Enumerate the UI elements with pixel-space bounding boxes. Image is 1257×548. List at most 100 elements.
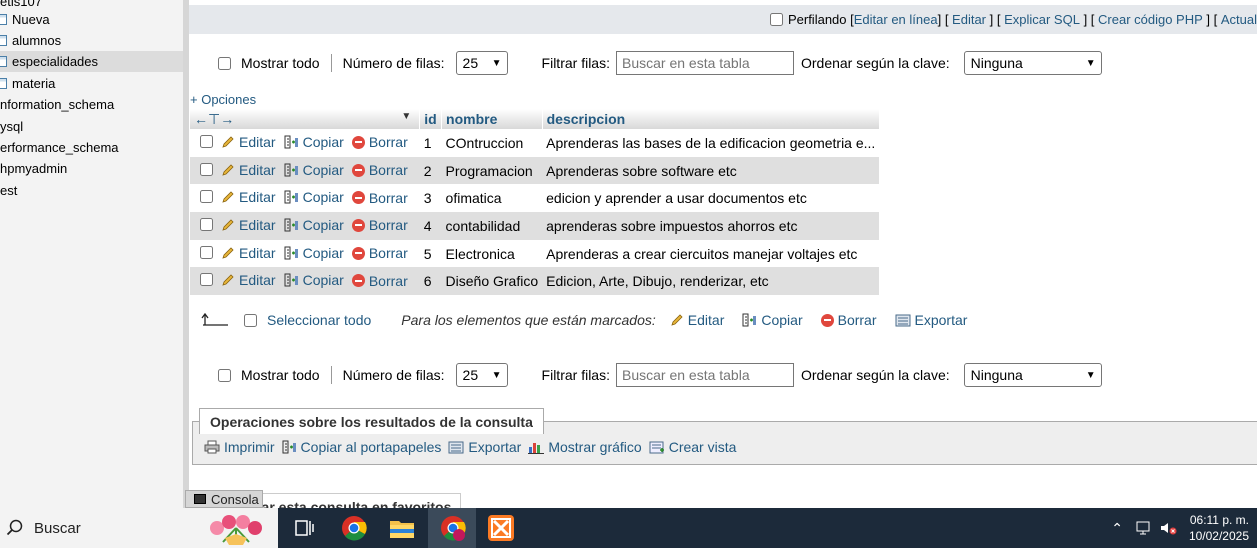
table-row[interactable]: Editar Copiar Borrar 5 Electronica Aprenderas… (190, 239, 880, 268)
row-delete-button[interactable]: Borrar (351, 190, 408, 206)
cell-id[interactable]: 6 (419, 267, 442, 296)
sidebar-item-nueva[interactable]: Nueva (0, 9, 183, 30)
cell-descripcion[interactable]: aprenderas sobre impuestos ahorros etc (542, 212, 880, 240)
profiling-checkbox[interactable] (769, 13, 783, 26)
rows-select[interactable]: 25 ▼ (455, 51, 508, 75)
column-header-id[interactable]: id (419, 109, 443, 129)
file-explorer-icon[interactable] (387, 513, 417, 543)
row-delete-button[interactable]: Borrar (351, 245, 408, 261)
xampp-icon[interactable] (486, 513, 516, 543)
row-copy-button[interactable]: Copiar (284, 134, 344, 150)
sidebar-item-especialidades[interactable]: especialidades (0, 51, 183, 72)
chrome-icon[interactable] (339, 513, 369, 543)
bulk-export-button[interactable]: Exportar (895, 312, 967, 328)
rows-select[interactable]: 25 ▼ (455, 363, 508, 387)
sidebar-item-materia[interactable]: materia (0, 73, 183, 94)
cell-nombre[interactable]: Programacion (441, 156, 543, 185)
bulk-delete-button[interactable]: Borrar (820, 312, 877, 328)
export-button[interactable]: Exportar (448, 439, 521, 455)
cell-nombre[interactable]: Diseño Grafico (441, 267, 543, 296)
edit-inline-link[interactable]: Editar en línea (854, 12, 938, 27)
bulk-copy-button[interactable]: Copiar (742, 312, 803, 328)
sidebar-item-alumnos[interactable]: alumnos (0, 30, 183, 51)
row-delete-button[interactable]: Borrar (351, 217, 408, 233)
sort-key-select[interactable]: Ninguna ▼ (963, 51, 1102, 75)
cell-descripcion[interactable]: edicion y aprender a usar documentos etc (542, 184, 880, 213)
create-php-link[interactable]: Crear código PHP (1098, 12, 1203, 27)
table-row[interactable]: Editar Copiar Borrar 1 COntruccion Aprenderas… (190, 129, 880, 157)
cell-id[interactable]: 1 (419, 129, 442, 157)
select-all-checkbox[interactable] (244, 313, 257, 327)
filter-rows-input[interactable] (615, 363, 794, 387)
row-copy-button[interactable]: Copiar (284, 272, 344, 288)
filter-rows-input[interactable] (615, 51, 794, 75)
cell-nombre[interactable]: COntruccion (441, 129, 543, 157)
row-edit-button[interactable]: Editar (221, 245, 276, 261)
row-edit-button[interactable]: Editar (221, 134, 276, 150)
copy-clipboard-button[interactable]: Copiar al portapapeles (282, 439, 441, 455)
clock[interactable]: 06:11 p. m. 10/02/2025 (1189, 512, 1249, 544)
network-icon[interactable] (1135, 520, 1153, 536)
sidebar-resize-handle[interactable] (183, 0, 189, 508)
edit-query-link[interactable]: Editar (952, 12, 986, 27)
print-button[interactable]: Imprimir (204, 439, 275, 455)
cell-id[interactable]: 4 (419, 212, 442, 240)
console-toggle[interactable]: Consola (185, 490, 263, 508)
cell-id[interactable]: 3 (419, 184, 442, 213)
row-edit-button[interactable]: Editar (221, 217, 276, 233)
sort-key-select[interactable]: Ninguna ▼ (963, 363, 1102, 387)
row-copy-button[interactable]: Copiar (284, 162, 344, 178)
sort-dropdown-icon[interactable]: ▼ (401, 111, 411, 122)
select-all-link[interactable]: Seleccionar todo (267, 312, 371, 328)
row-delete-button[interactable]: Borrar (351, 134, 408, 150)
volume-muted-icon[interactable] (1159, 520, 1177, 536)
sidebar-db-mysql[interactable]: ysql (0, 116, 183, 137)
column-resize-arrows-icon[interactable]: ←⊤→ (194, 111, 234, 127)
cell-id[interactable]: 2 (419, 156, 442, 185)
row-delete-button[interactable]: Borrar (351, 162, 408, 178)
column-header-descripcion[interactable]: descripcion (542, 109, 880, 129)
cell-descripcion[interactable]: Aprenderas a crear ciercuitos manejar vo… (542, 239, 880, 268)
cell-id[interactable]: 5 (419, 239, 442, 268)
sidebar-db-phpmyadmin[interactable]: hpmyadmin (0, 158, 183, 179)
sidebar-db-performance-schema[interactable]: erformance_schema (0, 137, 183, 158)
cell-descripcion[interactable]: Aprenderas las bases de la edificacion g… (542, 129, 880, 157)
row-checkbox[interactable] (200, 190, 213, 204)
refresh-link[interactable]: Actual (1221, 12, 1257, 27)
sidebar-db-test[interactable]: est (0, 180, 183, 201)
sidebar-db-information-schema[interactable]: nformation_schema (0, 94, 183, 115)
show-all-checkbox[interactable] (218, 56, 231, 70)
row-checkbox[interactable] (200, 217, 213, 231)
row-checkbox[interactable] (200, 273, 213, 287)
cell-descripcion[interactable]: Edicion, Arte, Dibujo, renderizar, etc (542, 267, 880, 296)
row-edit-button[interactable]: Editar (221, 162, 276, 178)
options-toggle-link[interactable]: + Opciones (190, 92, 256, 107)
create-view-button[interactable]: Crear vista (649, 439, 736, 455)
row-checkbox[interactable] (200, 134, 213, 148)
row-delete-button[interactable]: Borrar (351, 273, 408, 289)
cell-nombre[interactable]: Electronica (441, 239, 543, 268)
cell-nombre[interactable]: ofimatica (441, 184, 543, 213)
taskbar-search-box[interactable]: Buscar (0, 508, 278, 548)
row-edit-button[interactable]: Editar (221, 189, 276, 205)
row-copy-button[interactable]: Copiar (284, 189, 344, 205)
table-row[interactable]: Editar Copiar Borrar 3 ofimatica edicion y ap… (190, 184, 880, 213)
table-row[interactable]: Editar Copiar Borrar 2 Programacion Aprendera… (190, 156, 880, 185)
column-header-nombre[interactable]: nombre (441, 109, 543, 129)
row-edit-button[interactable]: Editar (221, 272, 276, 288)
chrome-profile-icon[interactable] (438, 513, 468, 543)
cell-descripcion[interactable]: Aprenderas sobre software etc (542, 156, 880, 185)
row-copy-button[interactable]: Copiar (284, 217, 344, 233)
show-chart-button[interactable]: Mostrar gráfico (528, 439, 642, 455)
row-checkbox[interactable] (200, 245, 213, 259)
chevron-up-icon[interactable]: ⌃ (1111, 520, 1123, 537)
table-row[interactable]: Editar Copiar Borrar 4 contabilidad aprendera… (190, 212, 880, 240)
table-row[interactable]: Editar Copiar Borrar 6 Diseño Grafico Edicion… (190, 267, 880, 296)
bulk-edit-button[interactable]: Editar (670, 312, 724, 328)
cell-nombre[interactable]: contabilidad (441, 212, 543, 240)
explain-sql-link[interactable]: Explicar SQL (1004, 12, 1080, 27)
show-all-checkbox[interactable] (218, 368, 231, 382)
row-copy-button[interactable]: Copiar (284, 245, 344, 261)
task-view-icon[interactable] (289, 513, 319, 543)
row-checkbox[interactable] (200, 162, 213, 176)
